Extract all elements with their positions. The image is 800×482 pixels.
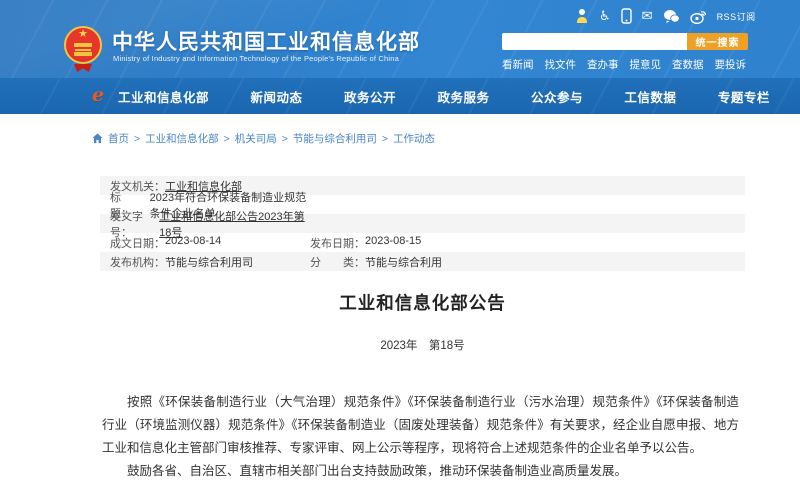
quick-link-complaints[interactable]: 要投诉 (715, 57, 747, 72)
nav-items: 工业和信息化部 新闻动态 政务公开 政务服务 公众参与 工信数据 专题专栏 (114, 78, 774, 114)
meta-row-doc-number: 发文字号： 工业和信息化部公告2023年第18号 (100, 214, 745, 233)
nav-item-data[interactable]: 工信数据 (620, 87, 680, 106)
quick-link-affairs[interactable]: 查办事 (587, 57, 619, 72)
site-title: 中华人民共和国工业和信息化部 (112, 26, 420, 56)
nav-item-services[interactable]: 政务服务 (433, 87, 493, 106)
quick-link-news[interactable]: 看新闻 (502, 57, 534, 72)
breadcrumb-separator: > (382, 133, 388, 145)
sign-language-icon[interactable] (575, 8, 589, 24)
quick-link-suggestions[interactable]: 提意见 (630, 57, 662, 72)
breadcrumb-departments[interactable]: 机关司局 (235, 131, 277, 146)
site-subtitle-english: Ministry of Industry and Information Tec… (113, 54, 399, 63)
meta-value-publish-date: 2023-08-15 (365, 235, 421, 251)
article-title: 工业和信息化部公告 (100, 290, 745, 315)
meta-value-category: 节能与综合利用 (365, 254, 442, 270)
accessibility-icon[interactable]: ♿ (599, 8, 611, 24)
main-nav: e 工业和信息化部 新闻动态 政务公开 政务服务 公众参与 工信数据 专题专栏 (0, 78, 800, 114)
document-meta-table: 发文机关： 工业和信息化部 标 题： 2023年符合环保装备制造业规范条件企业名… (100, 176, 745, 271)
meta-value-publisher: 节能与综合利用司 (165, 254, 253, 270)
meta-label: 发布机构： (110, 254, 165, 270)
weibo-icon[interactable] (690, 9, 707, 24)
meta-row-publisher: 发布机构： 节能与综合利用司 分 类： 节能与综合利用 (100, 252, 745, 271)
national-emblem: ★ (64, 26, 102, 64)
nav-item-news[interactable]: 新闻动态 (246, 87, 306, 106)
article-body: 按照《环保装备制造行业（大气治理）规范条件》《环保装备制造行业（污水治理）规范条… (102, 391, 739, 482)
meta-label: 发布日期： (310, 235, 365, 251)
miit-logo-icon[interactable]: e (92, 84, 104, 106)
search-button[interactable]: 统一搜索 (687, 33, 748, 50)
home-icon[interactable] (92, 133, 103, 144)
search-input[interactable] (502, 33, 687, 50)
nav-item-participation[interactable]: 公众参与 (527, 87, 587, 106)
quick-link-documents[interactable]: 找文件 (545, 57, 577, 72)
emblem-star-icon: ★ (78, 29, 88, 40)
breadcrumb-work-updates: 工作动态 (393, 131, 435, 146)
breadcrumb-separator: > (134, 133, 140, 145)
site-header: ★ 中华人民共和国工业和信息化部 Ministry of Industry an… (0, 0, 800, 78)
breadcrumb-separator: > (224, 133, 230, 145)
rss-link[interactable]: RSS订阅 (717, 10, 756, 23)
mail-icon[interactable]: ✉ (642, 8, 653, 24)
emblem-gate-icon (74, 43, 92, 47)
wechat-icon[interactable] (663, 9, 680, 24)
breadcrumb: 首页 > 工业和信息化部 > 机关司局 > 节能与综合利用司 > 工作动态 (92, 131, 435, 146)
miit-gov-page: ★ 中华人民共和国工业和信息化部 Ministry of Industry an… (0, 0, 800, 482)
article-doc-number: 2023年 第18号 (100, 337, 745, 353)
mobile-icon[interactable] (621, 8, 632, 24)
meta-label: 分 类： (310, 254, 365, 270)
article-paragraph-1: 按照《环保装备制造行业（大气治理）规范条件》《环保装备制造行业（污水治理）规范条… (102, 391, 739, 460)
breadcrumb-home[interactable]: 首页 (108, 131, 129, 146)
header-quick-links: 看新闻 找文件 查办事 提意见 查数据 要投诉 (502, 57, 746, 72)
breadcrumb-energy-dept[interactable]: 节能与综合利用司 (293, 131, 377, 146)
quick-link-data[interactable]: 查数据 (672, 57, 704, 72)
header-utility-icons: ♿ ✉ RSS订阅 (575, 8, 756, 24)
emblem-ribbon (74, 64, 92, 72)
nav-item-miit[interactable]: 工业和信息化部 (114, 87, 213, 106)
breadcrumb-miit[interactable]: 工业和信息化部 (145, 131, 219, 146)
search-bar: 统一搜索 (502, 33, 748, 50)
nav-item-public-info[interactable]: 政务公开 (340, 87, 400, 106)
nav-item-topics[interactable]: 专题专栏 (714, 87, 774, 106)
article-paragraph-2: 鼓励各省、自治区、直辖市相关部门出台支持鼓励政策，推动环保装备制造业高质量发展。 (102, 460, 739, 482)
breadcrumb-separator: > (282, 133, 288, 145)
meta-label: 成文日期： (110, 235, 165, 251)
meta-row-dates: 成文日期： 2023-08-14 发布日期： 2023-08-15 (100, 233, 745, 252)
meta-value-written-date: 2023-08-14 (165, 235, 221, 251)
